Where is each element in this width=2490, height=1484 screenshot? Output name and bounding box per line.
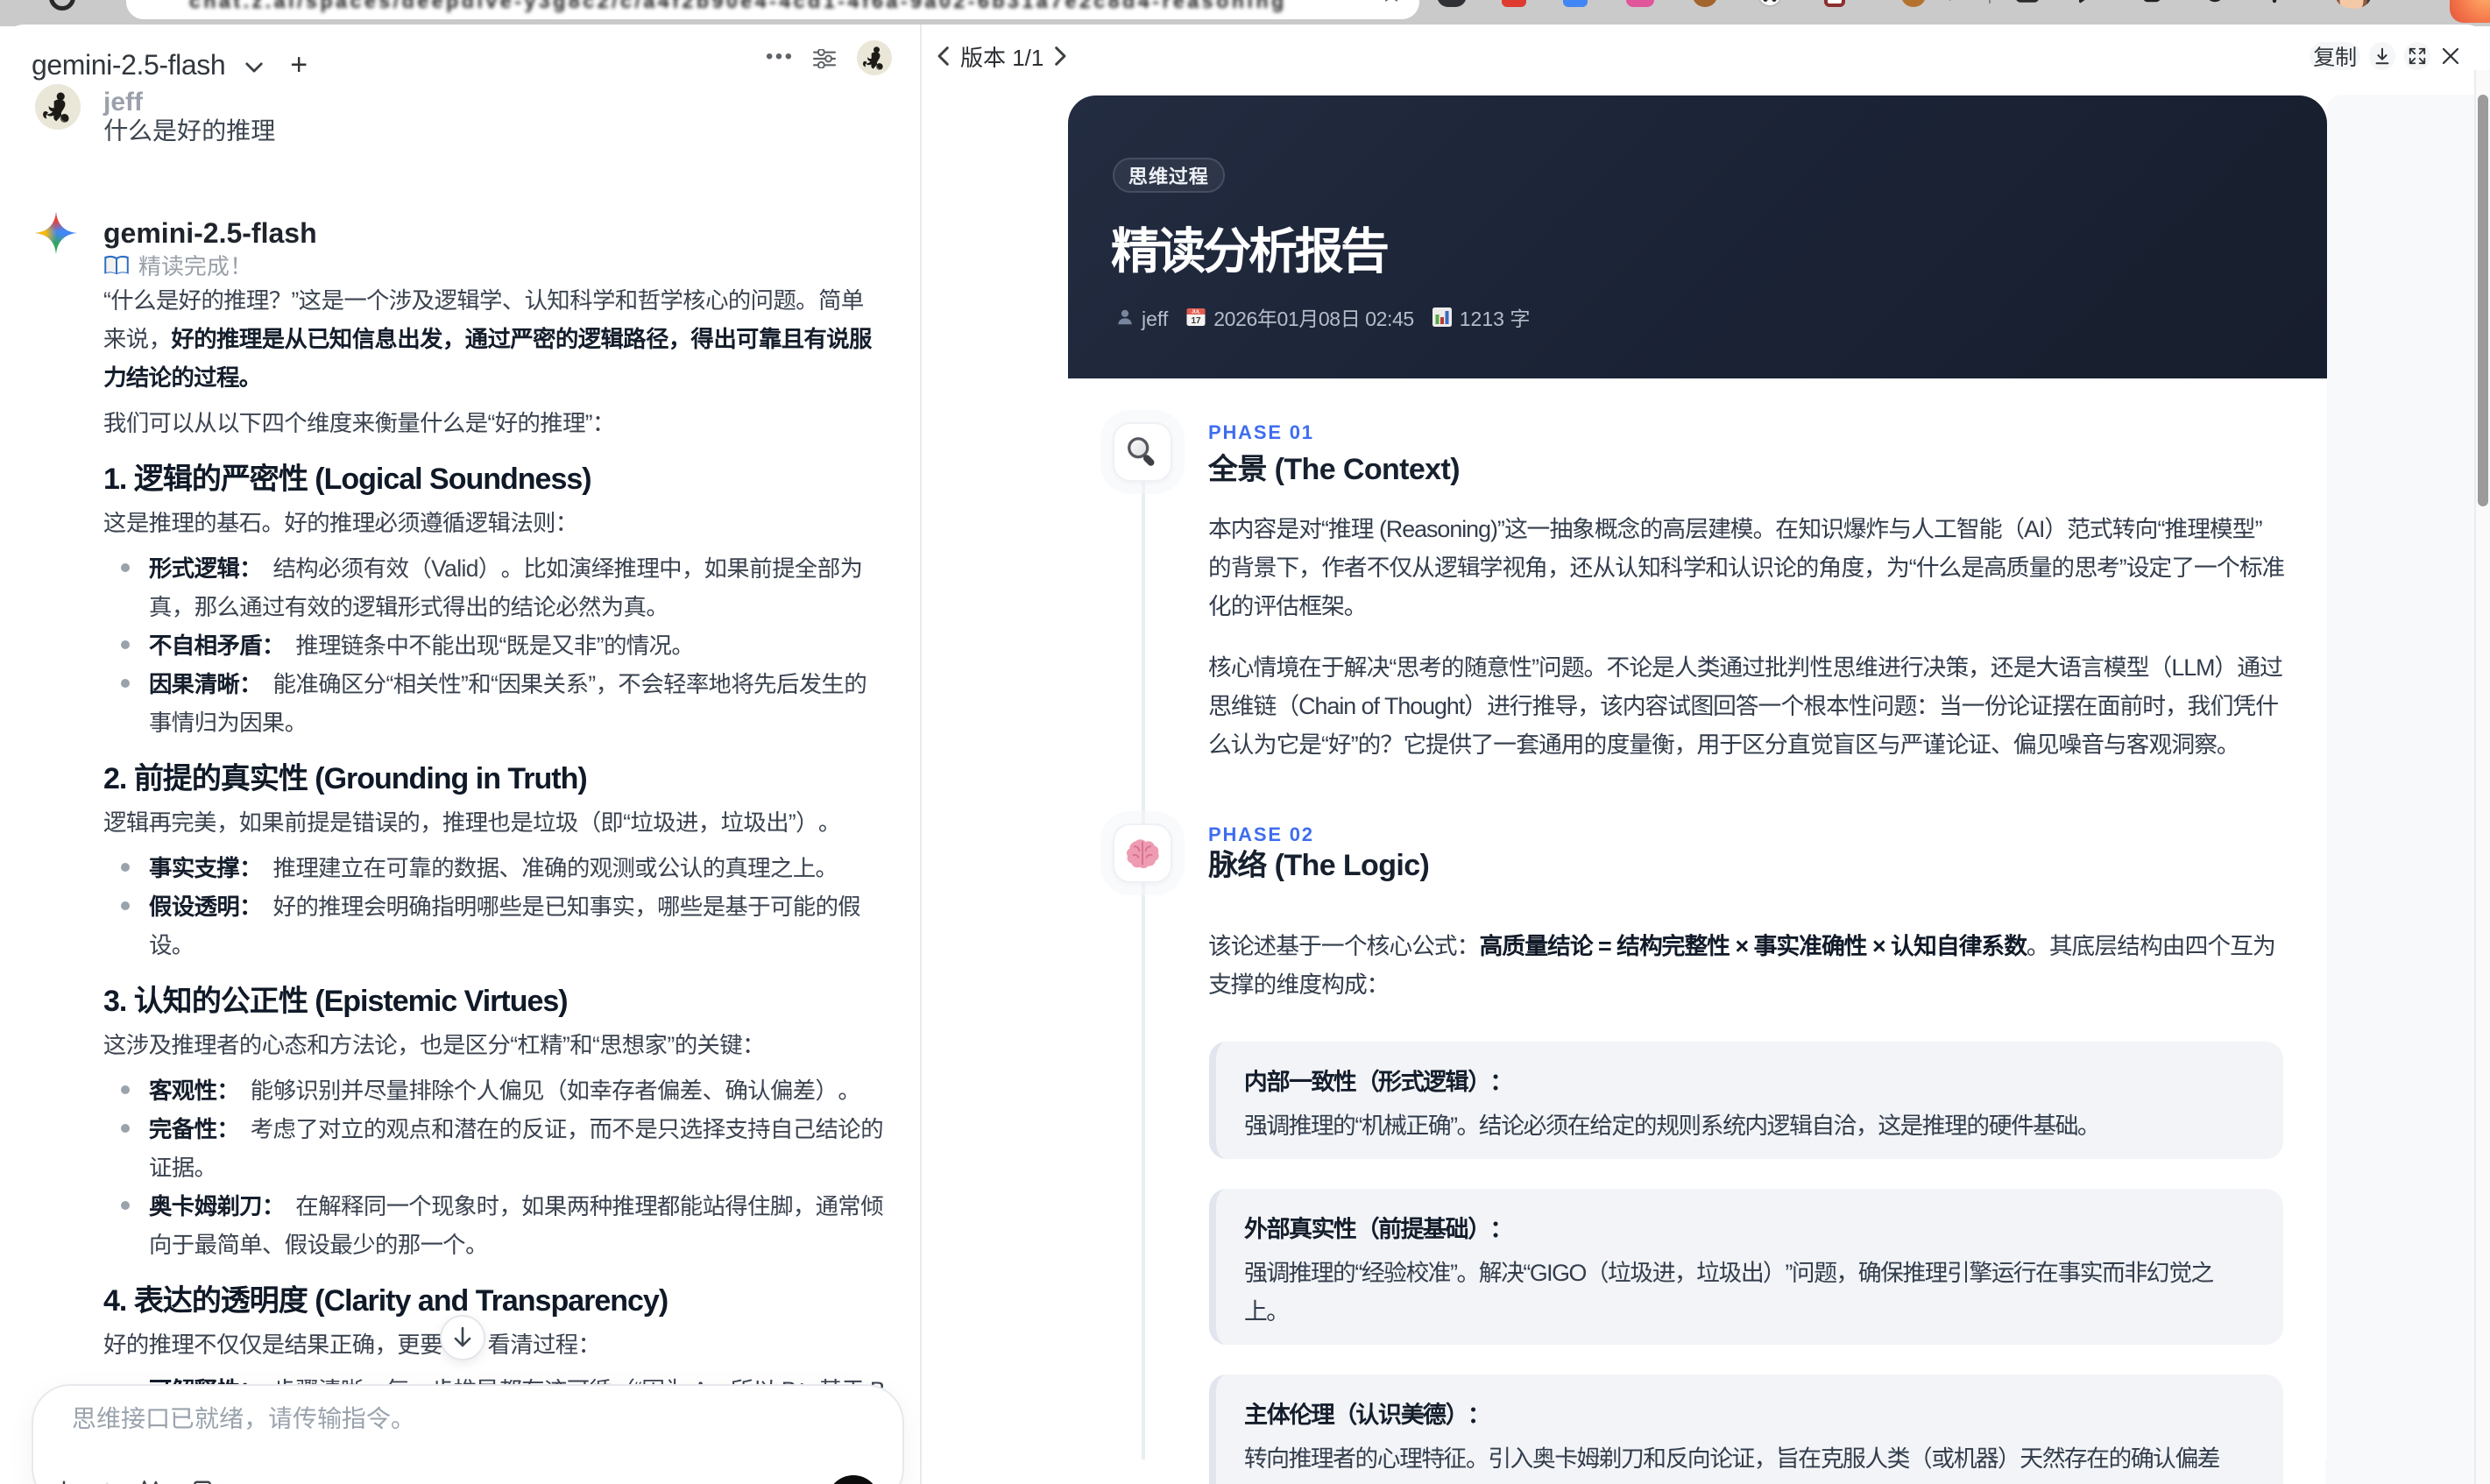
svg-text:17: 17 [1192,316,1202,326]
svg-text:JUL: JUL [1192,310,1201,315]
